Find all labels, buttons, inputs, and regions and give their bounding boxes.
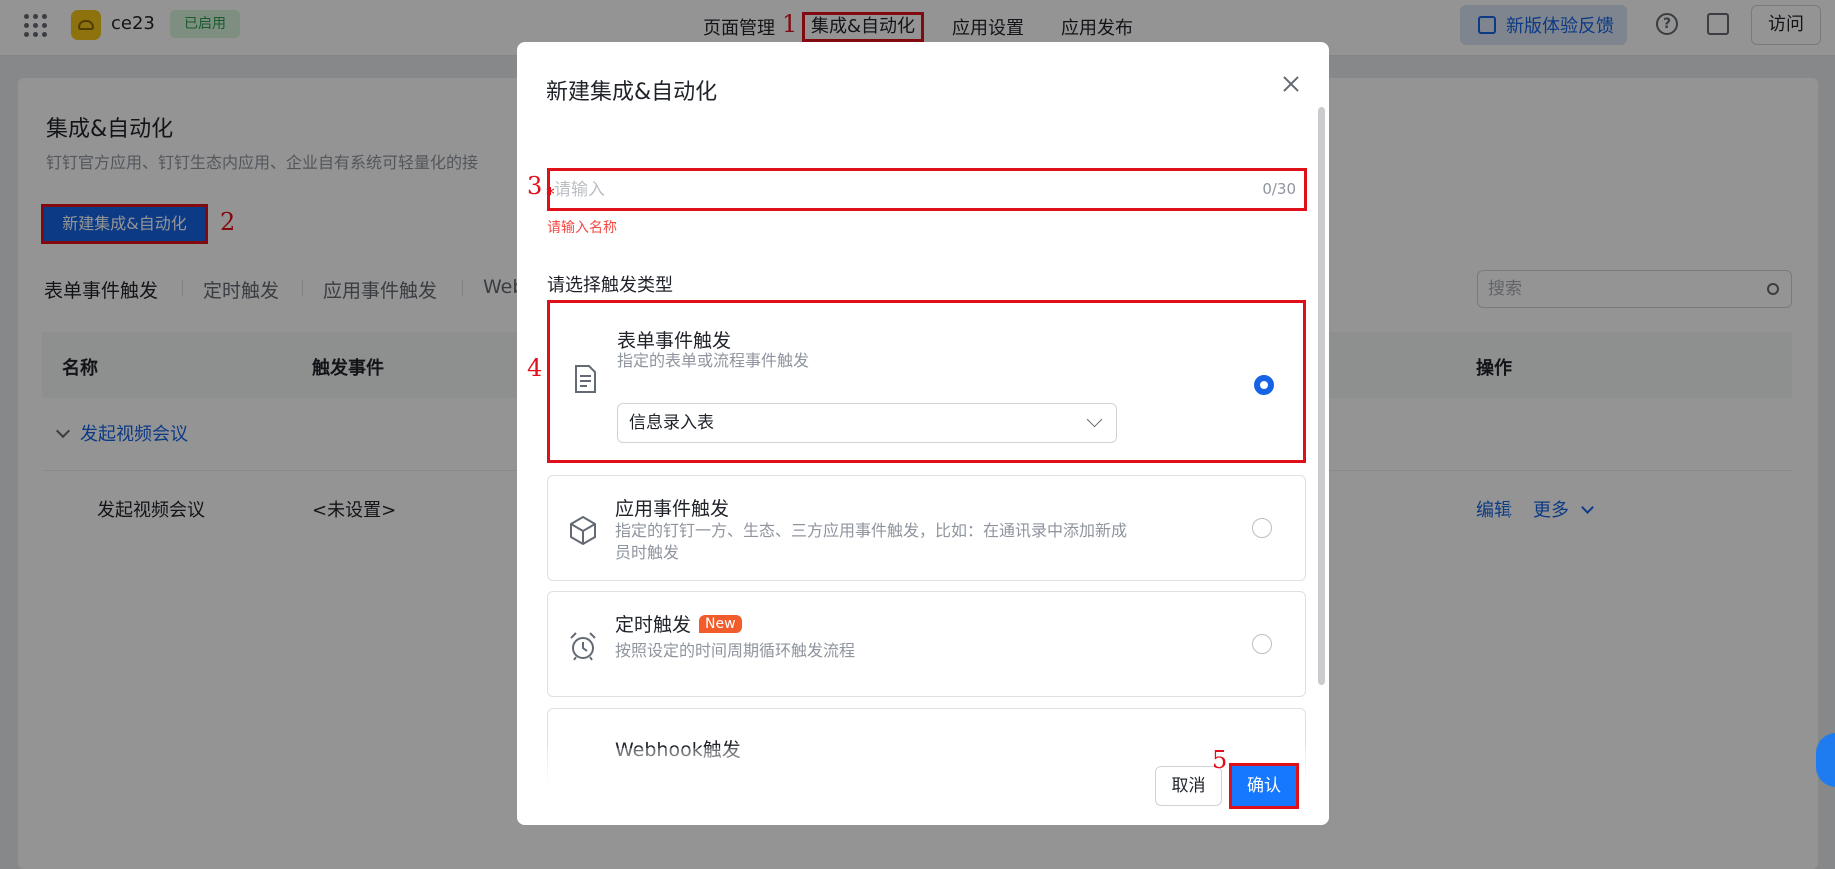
annotation-marker-4: 4: [527, 354, 543, 382]
name-field[interactable]: 0/30: [547, 168, 1307, 211]
trigger-option-form-event[interactable]: 表单事件触发 指定的表单或流程事件触发 信息录入表: [547, 300, 1306, 463]
confirm-button[interactable]: 确认: [1229, 763, 1299, 809]
cube-icon: [570, 515, 596, 546]
form-select-value: 信息录入表: [629, 413, 714, 433]
close-icon[interactable]: [1279, 72, 1303, 96]
option-title-text: 定时触发: [615, 614, 692, 636]
document-icon: [575, 365, 596, 393]
radio-app-event[interactable]: [1252, 518, 1272, 538]
option-description: 指定的钉钉一方、生态、三方应用事件触发，比如：在通讯录中添加新成员时触发: [615, 521, 1128, 562]
new-badge: New: [699, 615, 742, 633]
alarm-clock-icon: [570, 632, 596, 661]
option-title: 应用事件触发: [615, 498, 730, 520]
trigger-option-scheduled[interactable]: 定时触发 New 按照设定的时间周期循环触发流程: [547, 591, 1306, 697]
option-description: 指定的表单或流程事件触发: [617, 351, 810, 370]
name-input[interactable]: [554, 174, 1194, 206]
chevron-down-icon: [1086, 411, 1103, 428]
radio-form-event[interactable]: [1254, 375, 1274, 395]
char-counter: 0/30: [1262, 180, 1296, 198]
annotation-marker-5: 5: [1212, 746, 1228, 774]
dialog-title: 新建集成&自动化: [546, 80, 718, 105]
trigger-type-label: 请选择触发类型: [547, 275, 673, 296]
form-select[interactable]: 信息录入表: [617, 403, 1117, 443]
option-title: 表单事件触发: [617, 330, 732, 352]
radio-scheduled[interactable]: [1252, 634, 1272, 654]
annotation-marker-3: 3: [527, 172, 543, 200]
option-description: 按照设定的时间周期循环触发流程: [615, 641, 856, 660]
name-error: 请输入名称: [547, 220, 617, 236]
trigger-option-app-event[interactable]: 应用事件触发 指定的钉钉一方、生态、三方应用事件触发，比如：在通讯录中添加新成员…: [547, 475, 1306, 581]
dialog-scrollbar[interactable]: [1318, 107, 1325, 685]
option-title: 定时触发 New: [615, 610, 742, 637]
new-integration-dialog: 新建集成&自动化 *名称 0/30 请输入名称 请选择触发类型 表单事件触发 指…: [517, 42, 1329, 825]
